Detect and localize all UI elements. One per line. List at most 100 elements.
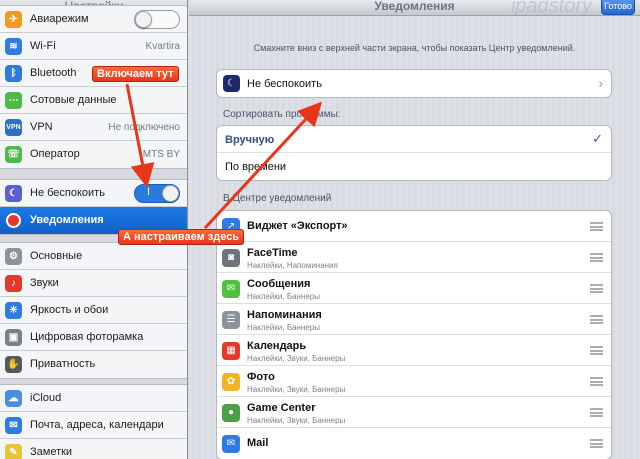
brightness-icon: ☀ — [5, 302, 22, 319]
navigation-bar: ipadstory Уведомления Готово — [189, 0, 640, 16]
sidebar-item-icloud[interactable]: ☁ iCloud — [0, 385, 187, 412]
sort-option-by-time[interactable]: По времени — [217, 153, 611, 180]
checkmark-icon: ✓ — [592, 131, 603, 146]
app-name: Виджет «Экспорт» — [247, 220, 348, 232]
app-alert-types: Наклейки, Баннеры — [247, 292, 320, 301]
reorder-handle-icon[interactable] — [590, 253, 603, 262]
reorder-handle-icon[interactable] — [590, 315, 603, 324]
sidebar-item-label: Заметки — [30, 446, 73, 458]
reorder-handle-icon[interactable] — [590, 222, 603, 231]
notifications-pane: ipadstory Уведомления Готово Смахните вн… — [189, 0, 640, 459]
center-section-label: В Центре уведомлений — [223, 193, 332, 204]
notification-center-apps: ↗ Виджет «Экспорт» ◙ FaceTime Наклейки, … — [216, 210, 612, 459]
reorder-handle-icon[interactable] — [590, 284, 603, 293]
done-button[interactable]: Готово — [601, 0, 635, 15]
reorder-handle-icon[interactable] — [590, 346, 603, 355]
messages-icon: ✉ — [222, 280, 240, 298]
app-row-calendar[interactable]: ▦ Календарь Наклейки, Звуки, Баннеры — [217, 335, 611, 366]
dnd-group: ☾ Не беспокоить › — [216, 69, 612, 98]
sort-option-label: Вручную — [225, 134, 275, 146]
carrier-value: MTS BY — [142, 149, 180, 160]
facetime-icon: ◙ — [222, 249, 240, 267]
app-name: Game Center — [247, 402, 316, 414]
sidebar-item-label: Уведомления — [30, 214, 104, 226]
sidebar-item-do-not-disturb[interactable]: ☾ Не беспокоить I — [0, 180, 187, 207]
app-row-messages[interactable]: ✉ Сообщения Наклейки, Баннеры — [217, 273, 611, 304]
carrier-icon: ☏ — [5, 146, 22, 163]
sidebar-item-label: Основные — [30, 250, 83, 262]
app-name: Сообщения — [247, 278, 311, 290]
cellular-icon: ⋯ — [5, 92, 22, 109]
sort-option-label: По времени — [225, 161, 287, 173]
app-row-share-widget[interactable]: ↗ Виджет «Экспорт» — [217, 211, 611, 242]
airplane-mode-toggle[interactable] — [134, 10, 180, 29]
vpn-status-value: Не подключено — [108, 122, 180, 133]
moon-icon: ☾ — [223, 75, 240, 92]
photo-frame-icon: ▣ — [5, 329, 22, 346]
sidebar-item-label: Bluetooth — [30, 67, 77, 79]
sidebar-group-connectivity: ✈ Авиарежим ≋ Wi-Fi Kvartira ᛒ Bluetooth… — [0, 5, 187, 169]
reminders-icon: ☰ — [222, 311, 240, 329]
sidebar-item-picture-frame[interactable]: ▣ Цифровая фоторамка — [0, 324, 187, 351]
app-alert-types: Наклейки, Звуки, Баннеры — [247, 416, 346, 425]
notes-icon: ✎ — [5, 444, 22, 459]
sidebar-item-carrier[interactable]: ☏ Оператор MTS BY — [0, 141, 187, 168]
sidebar-item-label: Не беспокоить — [30, 187, 105, 199]
reorder-handle-icon[interactable] — [590, 439, 603, 448]
sidebar-item-label: Приватность — [30, 358, 96, 370]
airplane-icon: ✈ — [5, 11, 22, 28]
app-row-mail[interactable]: ✉ Mail — [217, 428, 611, 459]
do-not-disturb-row[interactable]: ☾ Не беспокоить › — [217, 70, 611, 97]
notifications-icon — [6, 213, 21, 228]
sidebar-item-general[interactable]: ⚙ Основные — [0, 243, 187, 270]
app-name: Напоминания — [247, 309, 322, 321]
app-alert-types: Наклейки, Баннеры — [247, 323, 320, 332]
sidebar-item-brightness[interactable]: ☀ Яркость и обои — [0, 297, 187, 324]
reorder-handle-icon[interactable] — [590, 377, 603, 386]
app-name: Фото — [247, 371, 275, 383]
app-alert-types: Наклейки, Звуки, Баннеры — [247, 354, 346, 363]
toggle-on-mark: I — [147, 186, 151, 198]
reorder-handle-icon[interactable] — [590, 408, 603, 417]
toggle-knob — [135, 11, 152, 28]
sidebar-item-label: iCloud — [30, 392, 62, 404]
hint-text: Смахните вниз с верхней части экрана, чт… — [253, 43, 576, 53]
game-center-icon: ● — [222, 404, 240, 422]
app-row-facetime[interactable]: ◙ FaceTime Наклейки, Напоминания — [217, 242, 611, 273]
bluetooth-icon: ᛒ — [5, 65, 22, 82]
cloud-icon: ☁ — [5, 390, 22, 407]
app-row-photos[interactable]: ✿ Фото Наклейки, Звуки, Баннеры — [217, 366, 611, 397]
photos-icon: ✿ — [222, 373, 240, 391]
sidebar-item-label: Звуки — [30, 277, 59, 289]
sort-section-label: Сортировать программы: — [223, 109, 341, 120]
sidebar-item-vpn[interactable]: VPN VPN Не подключено — [0, 114, 187, 141]
sidebar-item-cellular[interactable]: ⋯ Сотовые данные — [0, 87, 187, 114]
sidebar-item-mail[interactable]: ✉ Почта, адреса, календари — [0, 412, 187, 439]
app-row-reminders[interactable]: ☰ Напоминания Наклейки, Баннеры — [217, 304, 611, 335]
chevron-right-icon: › — [598, 76, 603, 91]
app-row-game-center[interactable]: ● Game Center Наклейки, Звуки, Баннеры — [217, 397, 611, 428]
sidebar-item-sounds[interactable]: ♪ Звуки — [0, 270, 187, 297]
app-name: FaceTime — [247, 247, 298, 259]
sidebar-item-label: Оператор — [30, 148, 80, 160]
do-not-disturb-toggle[interactable]: I — [134, 184, 180, 203]
moon-icon: ☾ — [5, 185, 22, 202]
sidebar-item-airplane-mode[interactable]: ✈ Авиарежим — [0, 6, 187, 33]
privacy-hand-icon: ✋ — [5, 356, 22, 373]
callout-configure-here: А настраиваем здесь — [118, 229, 245, 245]
sidebar-item-wifi[interactable]: ≋ Wi-Fi Kvartira — [0, 33, 187, 60]
sidebar-group-accounts: ☁ iCloud ✉ Почта, адреса, календари ✎ За… — [0, 384, 187, 459]
sidebar-item-label: Почта, адреса, календари — [30, 419, 164, 431]
speaker-icon: ♪ — [5, 275, 22, 292]
vpn-icon: VPN — [5, 119, 22, 136]
sidebar-item-notes[interactable]: ✎ Заметки — [0, 439, 187, 459]
callout-enable-here: Включаем тут — [92, 66, 179, 82]
sort-option-manual[interactable]: Вручную ✓ — [217, 126, 611, 153]
sidebar-item-label: Яркость и обои — [30, 304, 109, 316]
wifi-network-value: Kvartira — [145, 41, 180, 52]
app-name: Mail — [247, 437, 269, 449]
sidebar-item-privacy[interactable]: ✋ Приватность — [0, 351, 187, 378]
sidebar-group-notifications: ☾ Не беспокоить I Уведомления — [0, 179, 187, 235]
app-alert-types: Наклейки, Напоминания — [247, 261, 338, 270]
mail-icon: ✉ — [222, 435, 240, 453]
